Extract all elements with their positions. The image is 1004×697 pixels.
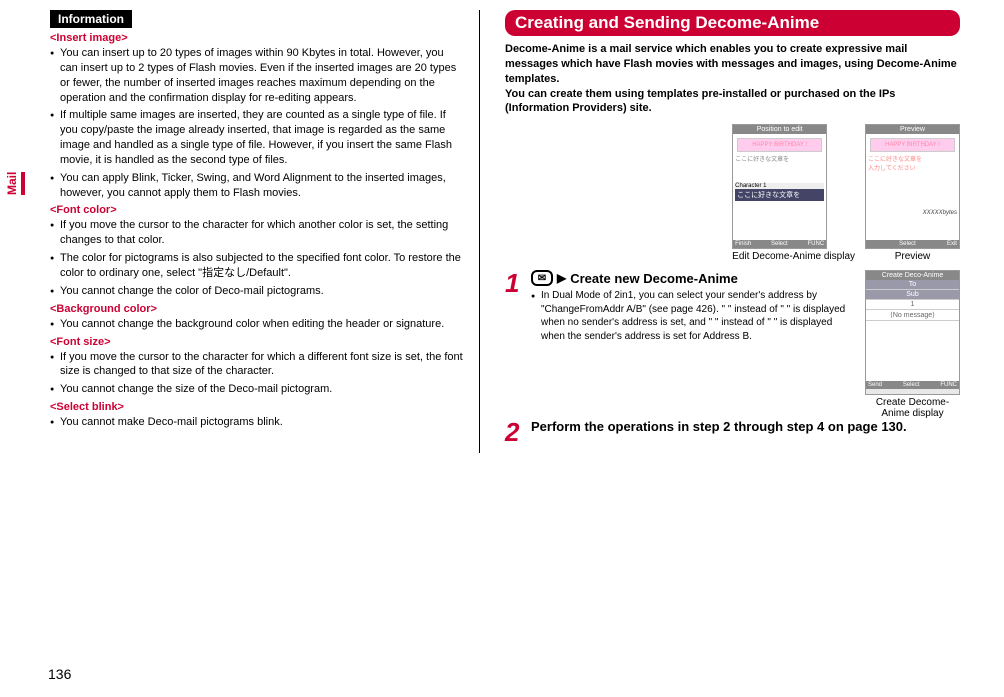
bullet: You can apply Blink, Ticker, Swing, and … <box>50 171 464 201</box>
bullet: You cannot change the background color w… <box>50 317 464 332</box>
preview-screen: Preview HAPPY BIRTHDAY ! ここに好きな文章を 入力してく… <box>865 124 960 249</box>
bullet: You cannot change the color of Deco-mail… <box>50 284 464 299</box>
jp-text: ここに好きな文章を 入力してください <box>868 154 957 172</box>
bullet: You cannot change the size of the Deco-m… <box>50 382 464 397</box>
intro-text: Decome-Anime is a mail service which ena… <box>505 42 960 116</box>
right-column: Creating and Sending Decome-Anime Decome… <box>500 10 960 453</box>
create-screen: Create Deco-Anime To Sub 1 ⟨No message⟩ … <box>865 270 960 395</box>
row-msg: ⟨No message⟩ <box>866 310 959 321</box>
jp-text: ここに好きな文章を <box>735 154 824 163</box>
birthday-text: HAPPY BIRTHDAY ! <box>870 138 955 152</box>
section-font-size: <Font size> <box>50 336 464 348</box>
bullet: If multiple same images are inserted, th… <box>50 108 464 167</box>
softkey-left: Finish <box>735 241 751 247</box>
row-sub: Sub <box>866 290 959 300</box>
section-background-color: <Background color> <box>50 303 464 315</box>
softkey-mid: Select <box>899 241 916 247</box>
bullet: The color for pictograms is also subject… <box>50 251 464 281</box>
step2-title: Perform the operations in step 2 through… <box>531 419 907 436</box>
shot-caption: Preview <box>865 251 960 262</box>
shot-caption: Edit Decome-Anime display <box>732 251 855 262</box>
shot-caption: Create Decome-Anime display <box>865 397 960 419</box>
softkey-left: Send <box>868 382 882 388</box>
birthday-text: HAPPY BIRTHDAY ! <box>737 138 822 152</box>
screen-topbar: Position to edit <box>733 125 826 134</box>
bytes-text: XXXXXbytes <box>868 210 957 216</box>
page-title: Creating and Sending Decome-Anime <box>505 10 960 36</box>
preview-bar: ここに好きな文章を <box>735 189 824 201</box>
page-number: 136 <box>48 666 71 682</box>
bullet: You cannot make Deco-mail pictograms bli… <box>50 415 464 430</box>
section-select-blink: <Select blink> <box>50 401 464 413</box>
information-header: Information <box>50 10 132 28</box>
softkey-right: FUNC <box>940 382 957 388</box>
arrow-icon: ▶ <box>557 271 566 285</box>
left-column: Information <Insert image> You can inser… <box>30 10 480 453</box>
row-to: To <box>866 280 959 290</box>
softkey-mid: Select <box>771 241 788 247</box>
step1-detail: In Dual Mode of 2in1, you can select you… <box>531 289 855 343</box>
step-number-1: 1 <box>505 270 525 346</box>
edit-screen: Position to edit HAPPY BIRTHDAY ! ここに好きな… <box>732 124 827 249</box>
step1-title: Create new Decome-Anime <box>570 271 738 286</box>
softkey-mid: Select <box>903 382 920 388</box>
mail-icon: ✉ <box>531 270 553 286</box>
softkey-right: FUNC <box>808 241 825 247</box>
screen-topbar: Create Deco-Anime <box>866 271 959 280</box>
bullet: You can insert up to 20 types of images … <box>50 46 464 105</box>
bullet: If you move the cursor to the character … <box>50 218 464 248</box>
section-font-color: <Font color> <box>50 204 464 216</box>
screen-topbar: Preview <box>866 125 959 134</box>
section-insert-image: <Insert image> <box>50 32 464 44</box>
bullet: If you move the cursor to the character … <box>50 350 464 380</box>
step-number-2: 2 <box>505 419 525 445</box>
row-1: 1 <box>866 300 959 310</box>
side-tab: Mail <box>5 172 25 195</box>
softkey-right: Exit <box>947 241 957 247</box>
